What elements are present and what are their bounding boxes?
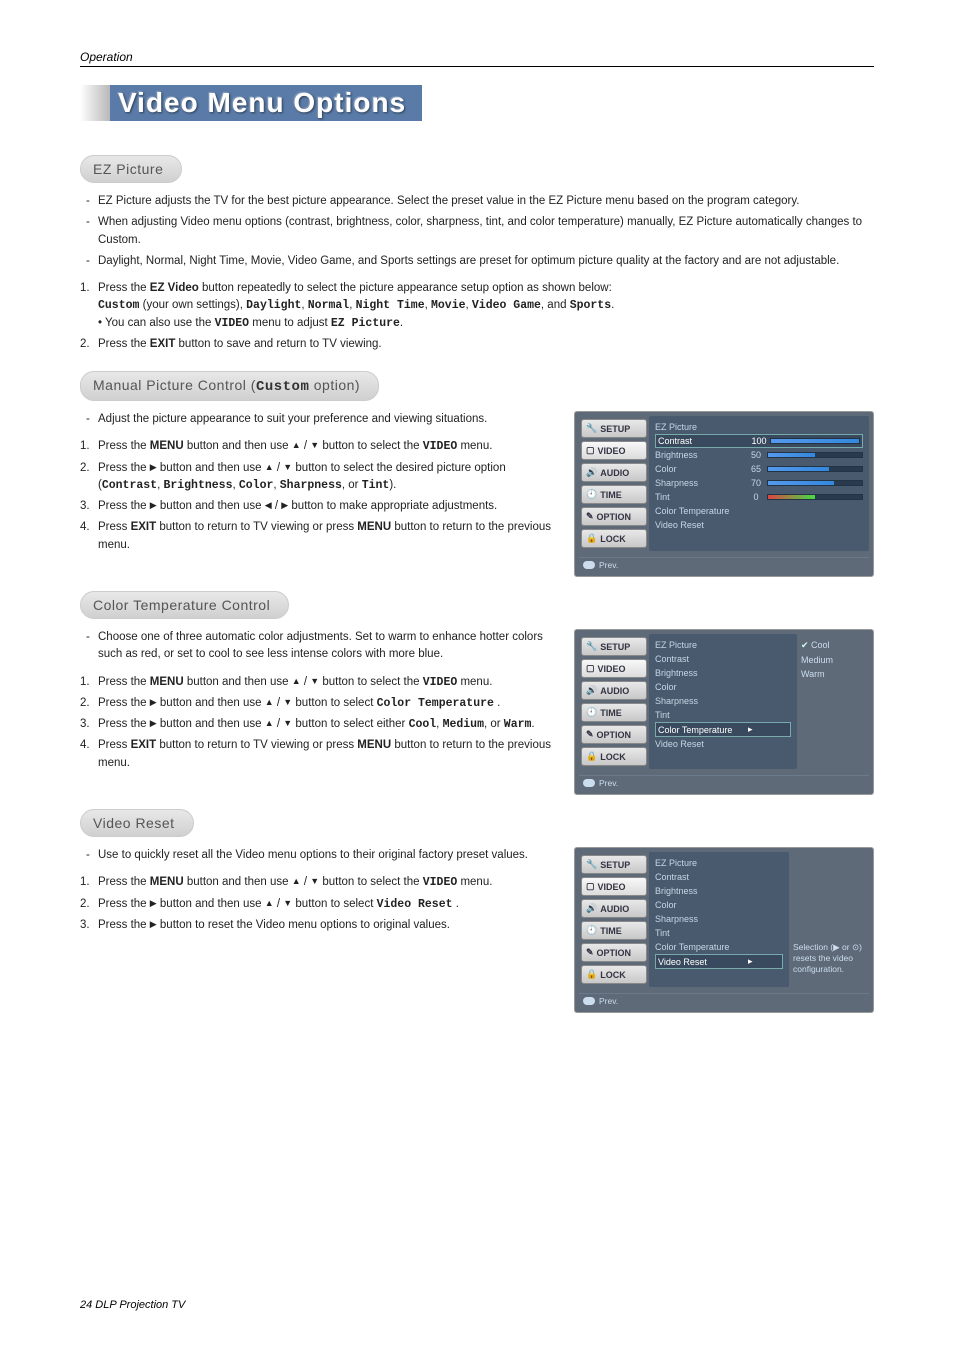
manual-picture-steps: Press the MENU button and then use ▲ / ▼… <box>80 438 562 554</box>
note-item: EZ Picture adjusts the TV for the best p… <box>80 193 874 210</box>
osd-tab-setup: 🔧SETUP <box>581 419 647 438</box>
osd-tab-video: ▢VIDEO <box>581 659 647 678</box>
page-title-bar: Video Menu Options <box>80 85 874 121</box>
step-item: Press the EXIT button to save and return… <box>80 336 874 353</box>
step-item: Press the EZ Video button repeatedly to … <box>80 280 874 332</box>
step-item: Press the ▶ button and then use ▲ / ▼ bu… <box>80 695 562 712</box>
menu-pill-icon <box>583 779 595 787</box>
osd-tab-audio: 🔊AUDIO <box>581 899 647 918</box>
note-item: Adjust the picture appearance to suit yo… <box>80 411 562 428</box>
step-item: Press the ▶ button and then use ◀ / ▶ bu… <box>80 498 562 515</box>
ez-picture-notes: EZ Picture adjusts the TV for the best p… <box>80 193 874 270</box>
osd-option-medium: Medium <box>801 653 865 667</box>
heading-color-temp: Color Temperature Control <box>80 591 289 619</box>
note-item: Daylight, Normal, Night Time, Movie, Vid… <box>80 253 874 270</box>
osd-tab-option: ✎OPTION <box>581 943 647 962</box>
osd-footer: Prev. <box>579 557 869 572</box>
manual-picture-text: Adjust the picture appearance to suit yo… <box>80 411 562 558</box>
osd-body: EZ PictureContrastBrightnessColorSharpne… <box>649 852 789 987</box>
step-item: Press the MENU button and then use ▲ / ▼… <box>80 438 562 455</box>
heading-manual-picture: Manual Picture Control (Custom option) <box>80 371 379 401</box>
step-item: Press EXIT button to return to TV viewin… <box>80 519 562 554</box>
osd-tab-option: ✎OPTION <box>581 725 647 744</box>
osd-body: EZ PictureContrastBrightnessColorSharpne… <box>649 634 797 769</box>
osd-row-contrast: Contrast100 <box>655 434 863 448</box>
step-item: Press the ▶ button and then use ▲ / ▼ bu… <box>80 896 562 913</box>
menu-pill-icon <box>583 561 595 569</box>
osd-tab-audio: 🔊AUDIO <box>581 463 647 482</box>
menu-pill-icon <box>583 997 595 1005</box>
osd-row-color: Color65 <box>655 462 863 476</box>
osd-body: EZ PictureContrast100Brightness50Color65… <box>649 416 869 551</box>
osd-tabs: 🔧SETUP ▢VIDEO 🔊AUDIO 🕘TIME ✎OPTION 🔒LOCK <box>579 634 649 769</box>
osd-tab-time: 🕘TIME <box>581 485 647 504</box>
osd-tab-audio: 🔊AUDIO <box>581 681 647 700</box>
step-item: Press the ▶ button and then use ▲ / ▼ bu… <box>80 716 562 733</box>
osd-panel-videoreset: 🔧SETUP ▢VIDEO 🔊AUDIO 🕘TIME ✎OPTION 🔒LOCK EZ P… <box>574 847 874 1013</box>
osd-row-brightness: Brightness50 <box>655 448 863 462</box>
osd-panel-colortemp: 🔧SETUP ▢VIDEO 🔊AUDIO 🕘TIME ✎OPTION 🔒LOCK EZ P… <box>574 629 874 795</box>
step-item: Press the ▶ button to reset the Video me… <box>80 917 562 934</box>
step-item: Press the MENU button and then use ▲ / ▼… <box>80 874 562 891</box>
osd-tab-option: ✎OPTION <box>581 507 647 526</box>
osd-tab-lock: 🔒LOCK <box>581 529 647 548</box>
ez-picture-text: EZ Picture adjusts the TV for the best p… <box>80 193 874 353</box>
osd-row-tint: Tint0 <box>655 490 863 504</box>
osd-tab-video: ▢VIDEO <box>581 441 647 460</box>
osd-tab-lock: 🔒LOCK <box>581 747 647 766</box>
section-label: Operation <box>80 50 874 67</box>
note-item: Choose one of three automatic color adju… <box>80 629 562 664</box>
osd-tab-lock: 🔒LOCK <box>581 965 647 984</box>
osd-tab-time: 🕘TIME <box>581 921 647 940</box>
video-reset-text: Use to quickly reset all the Video menu … <box>80 847 562 938</box>
page-title: Video Menu Options <box>110 85 422 121</box>
video-reset-steps: Press the MENU button and then use ▲ / ▼… <box>80 874 562 934</box>
step-item: Press the ▶ button and then use ▲ / ▼ bu… <box>80 460 562 495</box>
osd-tab-setup: 🔧SETUP <box>581 637 647 656</box>
color-temp-steps: Press the MENU button and then use ▲ / ▼… <box>80 674 562 772</box>
osd-tabs: 🔧SETUP ▢VIDEO 🔊AUDIO 🕘TIME ✎OPTION 🔒LOCK <box>579 852 649 987</box>
osd-tab-video: ▢VIDEO <box>581 877 647 896</box>
osd-tab-setup: 🔧SETUP <box>581 855 647 874</box>
heading-ez-picture: EZ Picture <box>80 155 182 183</box>
osd-options: CoolMediumWarm <box>797 634 869 769</box>
osd-option-warm: Warm <box>801 667 865 681</box>
note-item: When adjusting Video menu options (contr… <box>80 214 874 249</box>
osd-option-cool: Cool <box>801 638 865 653</box>
osd-tab-time: 🕘TIME <box>581 703 647 722</box>
step-item: Press the MENU button and then use ▲ / ▼… <box>80 674 562 691</box>
page-footer: 24 DLP Projection TV <box>80 1299 185 1311</box>
osd-hint: Selection (▶ or ⊙) resets the video conf… <box>789 940 869 977</box>
osd-row-sharpness: Sharpness70 <box>655 476 863 490</box>
step-item: Press EXIT button to return to TV viewin… <box>80 737 562 772</box>
osd-footer: Prev. <box>579 775 869 790</box>
heading-video-reset: Video Reset <box>80 809 194 837</box>
osd-panel-manual: 🔧SETUP ▢VIDEO 🔊AUDIO 🕘TIME ✎OPTION 🔒LOCK EZ P… <box>574 411 874 577</box>
color-temp-text: Choose one of three automatic color adju… <box>80 629 562 776</box>
title-gradient <box>80 85 110 121</box>
osd-footer: Prev. <box>579 993 869 1008</box>
ez-picture-steps: Press the EZ Video button repeatedly to … <box>80 280 874 353</box>
note-item: Use to quickly reset all the Video menu … <box>80 847 562 864</box>
osd-tabs: 🔧SETUP ▢VIDEO 🔊AUDIO 🕘TIME ✎OPTION 🔒LOCK <box>579 416 649 551</box>
